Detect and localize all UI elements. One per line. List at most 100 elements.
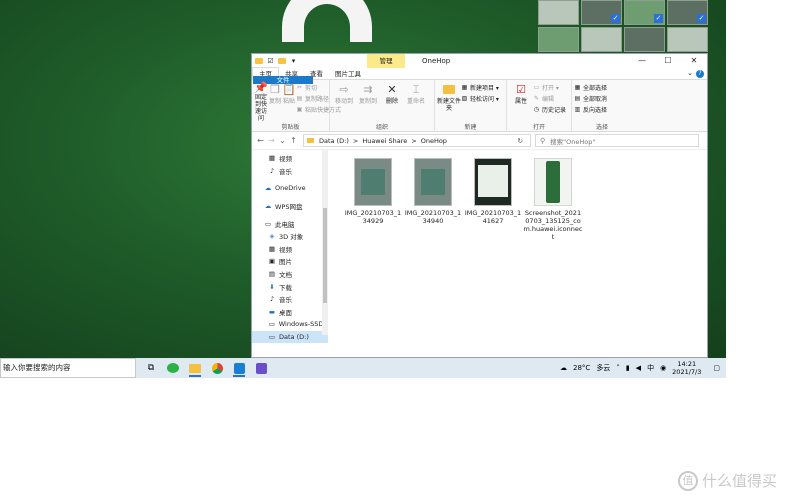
show-hidden-icons-icon[interactable]: ˄ [616,364,620,372]
up-button[interactable]: ↑ [288,136,299,145]
breadcrumb-huawei-share[interactable]: Huawei Share [362,137,407,145]
weather-temperature[interactable]: 28°C [573,364,590,372]
breadcrumb-onehop[interactable]: OneHop [421,137,447,145]
move-to-button[interactable]: ⇨ 移动到 [332,82,356,122]
clock[interactable]: 14:21 2021/7/3 [672,360,701,376]
nav-item-this-pc[interactable]: ▭ 此电脑 [252,217,328,230]
photo-thumbnail[interactable] [667,27,708,52]
nav-item-videos[interactable]: ▦ 视频 [252,152,328,165]
chart-app-icon[interactable] [250,358,272,378]
chrome-icon[interactable] [206,358,228,378]
file-name: Screenshot_20210703_135125_com.huawei.ic… [523,209,583,241]
back-button[interactable]: ← [255,136,266,145]
file-list: IMG_20210703_134929 IMG_20210703_134940 … [328,150,707,335]
forward-button[interactable]: → [266,136,277,145]
photo-thumbnail[interactable] [581,27,622,52]
photo-thumbnail-strip: ✓ ✓ ✓ [538,0,710,52]
help-icon[interactable]: ? [696,70,704,78]
nav-item-label: OneDrive [275,184,306,193]
nav-item-desktop[interactable]: ▬ 桌面 [252,306,328,319]
customize-toolbar-icon[interactable]: ▾ [289,57,298,66]
new-folder-icon[interactable] [278,58,286,64]
delete-button[interactable]: ✕ 删除 [380,82,404,122]
nav-item-data-drive[interactable]: ▭ Data (D:) [252,330,328,344]
minimize-button[interactable]: — [629,54,655,68]
history-button[interactable]: ◷ 历史记录 [533,105,566,114]
edit-icon: ✎ [533,95,540,102]
recent-locations-icon[interactable]: ⌄ [277,136,288,145]
address-bar-row: ← → ⌄ ↑ Data (D:) > Huawei Share > OneHo… [252,132,707,150]
nav-item-documents[interactable]: ▤ 文档 [252,268,328,281]
app-taskbar-icon[interactable] [228,358,250,378]
task-view-icon[interactable]: ⧉ [140,358,162,378]
easy-access-button[interactable]: ▧ 轻松访问 ▾ [461,94,499,103]
select-none-button[interactable]: ▤ 全部取消 [574,94,607,103]
volume-icon[interactable]: ◀ [636,364,641,372]
edit-button[interactable]: ✎ 编辑 [533,94,566,103]
breadcrumb-drive[interactable]: Data (D:) [319,137,349,145]
input-method-icon[interactable]: 中 [647,363,654,373]
scrollbar-thumb[interactable] [323,208,327,303]
pin-quick-access-button[interactable]: 📌 固定到快速访问 [254,82,268,123]
photo-thumbnail[interactable]: ✓ [667,0,708,25]
file-item[interactable]: Screenshot_20210703_135125_com.huawei.ic… [523,158,583,241]
nav-item-music[interactable]: ♪ 音乐 [252,165,328,178]
photo-thumbnail[interactable] [538,0,579,25]
file-name: IMG_20210703_134929 [344,209,402,225]
close-button[interactable]: ✕ [681,54,707,68]
manage-context-tab[interactable]: 管理 [367,54,405,68]
new-group-label: 新建 [464,124,477,131]
weather-description[interactable]: 多云 [596,363,610,373]
network-icon[interactable]: ▮ [626,364,630,372]
nav-item-music[interactable]: ♪ 音乐 [252,293,328,306]
rename-button[interactable]: ⌶ 重命名 [404,82,428,122]
folder-icon [255,58,263,64]
invert-selection-button[interactable]: ▥ 反向选择 [574,105,607,114]
photo-thumbnail[interactable]: ✓ [624,0,665,25]
collapse-ribbon-icon[interactable]: ⌄ [687,69,693,77]
download-icon: ⬇ [269,282,275,291]
tab-picture-tools[interactable]: 图片工具 [329,68,367,80]
maximize-button[interactable]: ☐ [655,54,681,68]
paste-button[interactable]: 📋 粘贴 [282,82,296,122]
paste-icon: 📋 [282,82,296,96]
taskbar: 输入你要搜索的内容 ⧉ ☁ 28°C 多云 ˄ ▮ ◀ 中 ◉ 14:21 20… [0,358,726,378]
search-box[interactable]: ⚲ 搜索"OneHop" [535,134,699,147]
file-item[interactable]: IMG_20210703_134929 [343,158,403,225]
nav-item-onedrive[interactable]: ☁ OneDrive [252,182,328,195]
file-item[interactable]: IMG_20210703_134940 [403,158,463,225]
photo-thumbnail[interactable] [624,27,665,52]
image-thumbnail [354,158,392,206]
nav-item-windows-ssd[interactable]: ▭ Windows-SSD ( [252,318,328,331]
file-explorer-taskbar-icon[interactable] [184,358,206,378]
properties-icon[interactable]: ☑ [266,57,275,66]
invert-selection-label: 反向选择 [583,107,608,114]
open-button[interactable]: ▭ 打开 ▾ [533,83,566,92]
photo-thumbnail[interactable] [538,27,579,52]
nav-item-3d-objects[interactable]: ◈ 3D 对象 [252,230,328,243]
breadcrumb[interactable]: Data (D:) > Huawei Share > OneHop ↻ [303,134,531,147]
file-item[interactable]: IMG_20210703_141627 [463,158,523,225]
properties-button[interactable]: ☑ 属性 [509,82,533,122]
nav-item-videos[interactable]: ▦ 视频 [252,243,328,256]
nav-item-downloads[interactable]: ⬇ 下载 [252,280,328,293]
new-item-button[interactable]: ▦ 新建项目 ▾ [461,83,499,92]
weather-icon[interactable]: ☁ [560,364,567,372]
nav-item-pictures[interactable]: ▣ 图片 [252,255,328,268]
new-folder-button[interactable]: 新建文件夹 [437,82,461,122]
select-all-button[interactable]: ▦ 全部选择 [574,83,607,92]
easy-access-icon: ▧ [461,95,468,102]
folder-icon [189,363,201,373]
nav-item-label: 音乐 [279,167,292,176]
wechat-icon[interactable] [162,358,184,378]
refresh-icon[interactable]: ↻ [518,137,523,145]
copy-to-button[interactable]: ⇉ 复制到 [356,82,380,122]
thumbnail-content [361,169,385,195]
pin-quick-access-label: 固定到快速访问 [254,94,267,122]
copy-button[interactable]: ❐ 复制 [268,82,282,122]
taskbar-search-input[interactable]: 输入你要搜索的内容 [0,358,136,378]
app-tray-icon[interactable]: ◉ [660,364,666,372]
nav-item-wps-drive[interactable]: ☁ WPS网盘 [252,200,328,213]
photo-thumbnail[interactable]: ✓ [581,0,622,25]
notification-icon[interactable]: ▢ [713,364,720,372]
